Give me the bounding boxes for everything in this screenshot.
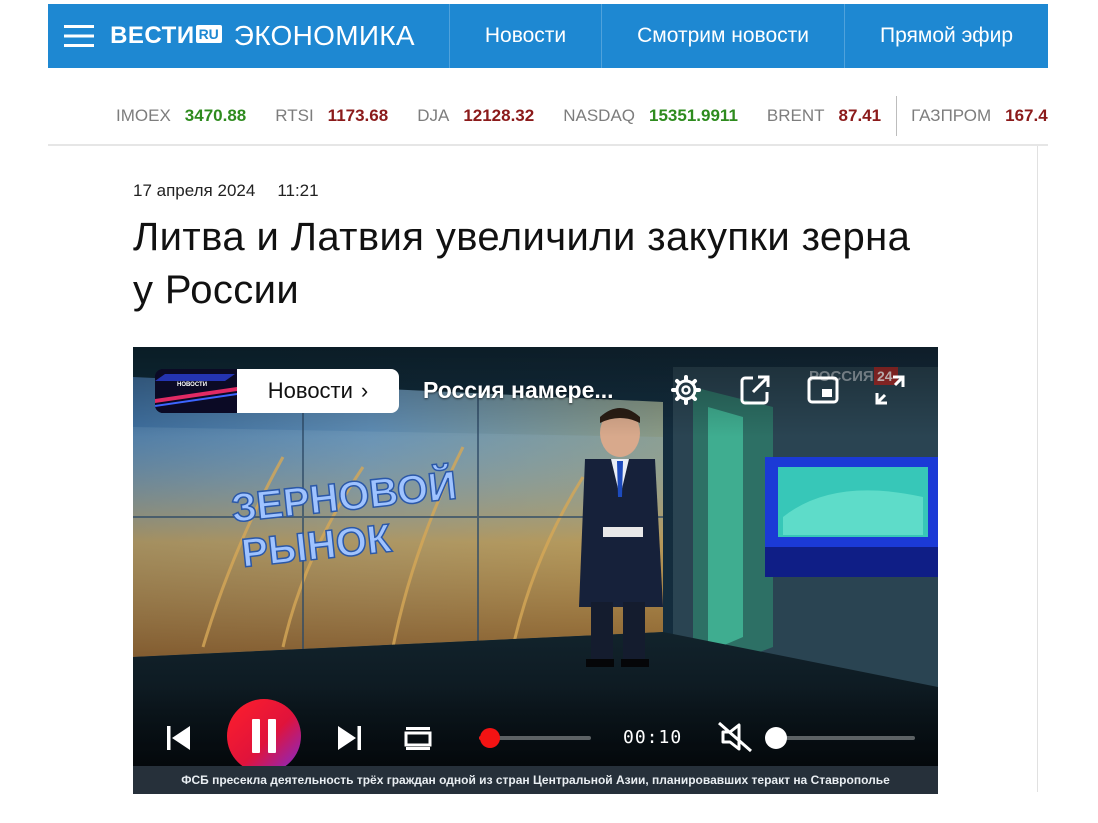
content-divider [1037, 146, 1038, 792]
ticker-divider [896, 96, 898, 136]
market-name: RTSI [275, 106, 314, 125]
mute-icon[interactable] [717, 721, 753, 753]
article-title: Литва и Латвия увеличили закупки зерна у… [133, 215, 911, 312]
pause-button[interactable] [225, 697, 303, 775]
section-name: ЭКОНОМИКА [233, 20, 415, 51]
playlist-icon[interactable] [403, 723, 433, 753]
next-icon[interactable] [335, 723, 365, 753]
logo-text: НОВОСТИ [177, 382, 207, 388]
market-value: 1173.68 [327, 106, 389, 125]
market-dja[interactable]: DJA 12128.32 [417, 106, 534, 126]
chevron-right-icon: › [360, 378, 369, 403]
news-ticker: ФСБ пресекла деятельность трёх граждан о… [133, 766, 938, 794]
article-meta: 17 апреля 2024 11:21 [133, 181, 319, 201]
article-date: 17 апреля 2024 [133, 181, 256, 200]
news-channel-button[interactable]: Новости › [237, 369, 399, 413]
nav-live[interactable]: Прямой эфир [845, 4, 1048, 68]
market-name: ГАЗПРОМ [911, 106, 992, 125]
market-ticker: IMOEX 3470.88 RTSI 1173.68 DJA 12128.32 … [48, 68, 1048, 146]
picture-in-picture-icon[interactable] [806, 373, 840, 407]
volume-handle[interactable] [765, 727, 787, 749]
share-icon[interactable] [738, 373, 772, 407]
top-navbar: ВЕСТИ RU ЭКОНОМИКА Новости Смотрим новос… [48, 4, 1048, 68]
menu-icon[interactable] [48, 4, 110, 68]
market-nasdaq[interactable]: NASDAQ 15351.9911 [563, 106, 738, 126]
market-name: BRENT [766, 106, 825, 125]
news-channel-label: Новости [267, 378, 353, 403]
market-value: 3470.88 [184, 106, 247, 125]
pause-icon [252, 719, 260, 753]
previous-icon[interactable] [163, 723, 193, 753]
video-title[interactable]: Россия намере... [423, 377, 614, 404]
market-rtsi[interactable]: RTSI 1173.68 [275, 106, 388, 126]
market-brent[interactable]: BRENT 87.41 [767, 106, 881, 126]
brand-suffix: RU [195, 25, 222, 43]
brand-name: ВЕСТИ [110, 22, 195, 49]
market-value: 12128.32 [463, 106, 535, 125]
market-name: NASDAQ [563, 106, 636, 125]
nav-news[interactable]: Новости [450, 4, 603, 68]
market-gazprom[interactable]: ГАЗПРОМ 167.41 [911, 106, 1048, 126]
nav-watch-news[interactable]: Смотрим новости [602, 4, 845, 68]
site-logo[interactable]: ВЕСТИ RU ЭКОНОМИКА [110, 4, 450, 68]
market-name: IMOEX [116, 106, 171, 125]
seek-bar[interactable] [479, 728, 591, 748]
video-player[interactable]: ЗЕРНОВОЙ РЫНОК РОССИЯ 24 НО [133, 347, 938, 794]
market-value: 87.41 [838, 106, 882, 125]
current-time: 00:10 [623, 727, 683, 748]
market-value: 167.41 [1005, 106, 1048, 125]
fullscreen-icon[interactable] [873, 373, 907, 407]
market-name: DJA [417, 106, 450, 125]
article-time: 11:21 [277, 181, 319, 200]
volume-slider[interactable] [765, 727, 915, 749]
settings-icon[interactable] [669, 373, 703, 407]
channel-logo[interactable]: НОВОСТИ [155, 369, 237, 413]
market-value: 15351.9911 [649, 106, 738, 125]
market-imoex[interactable]: IMOEX 3470.88 [116, 106, 246, 126]
